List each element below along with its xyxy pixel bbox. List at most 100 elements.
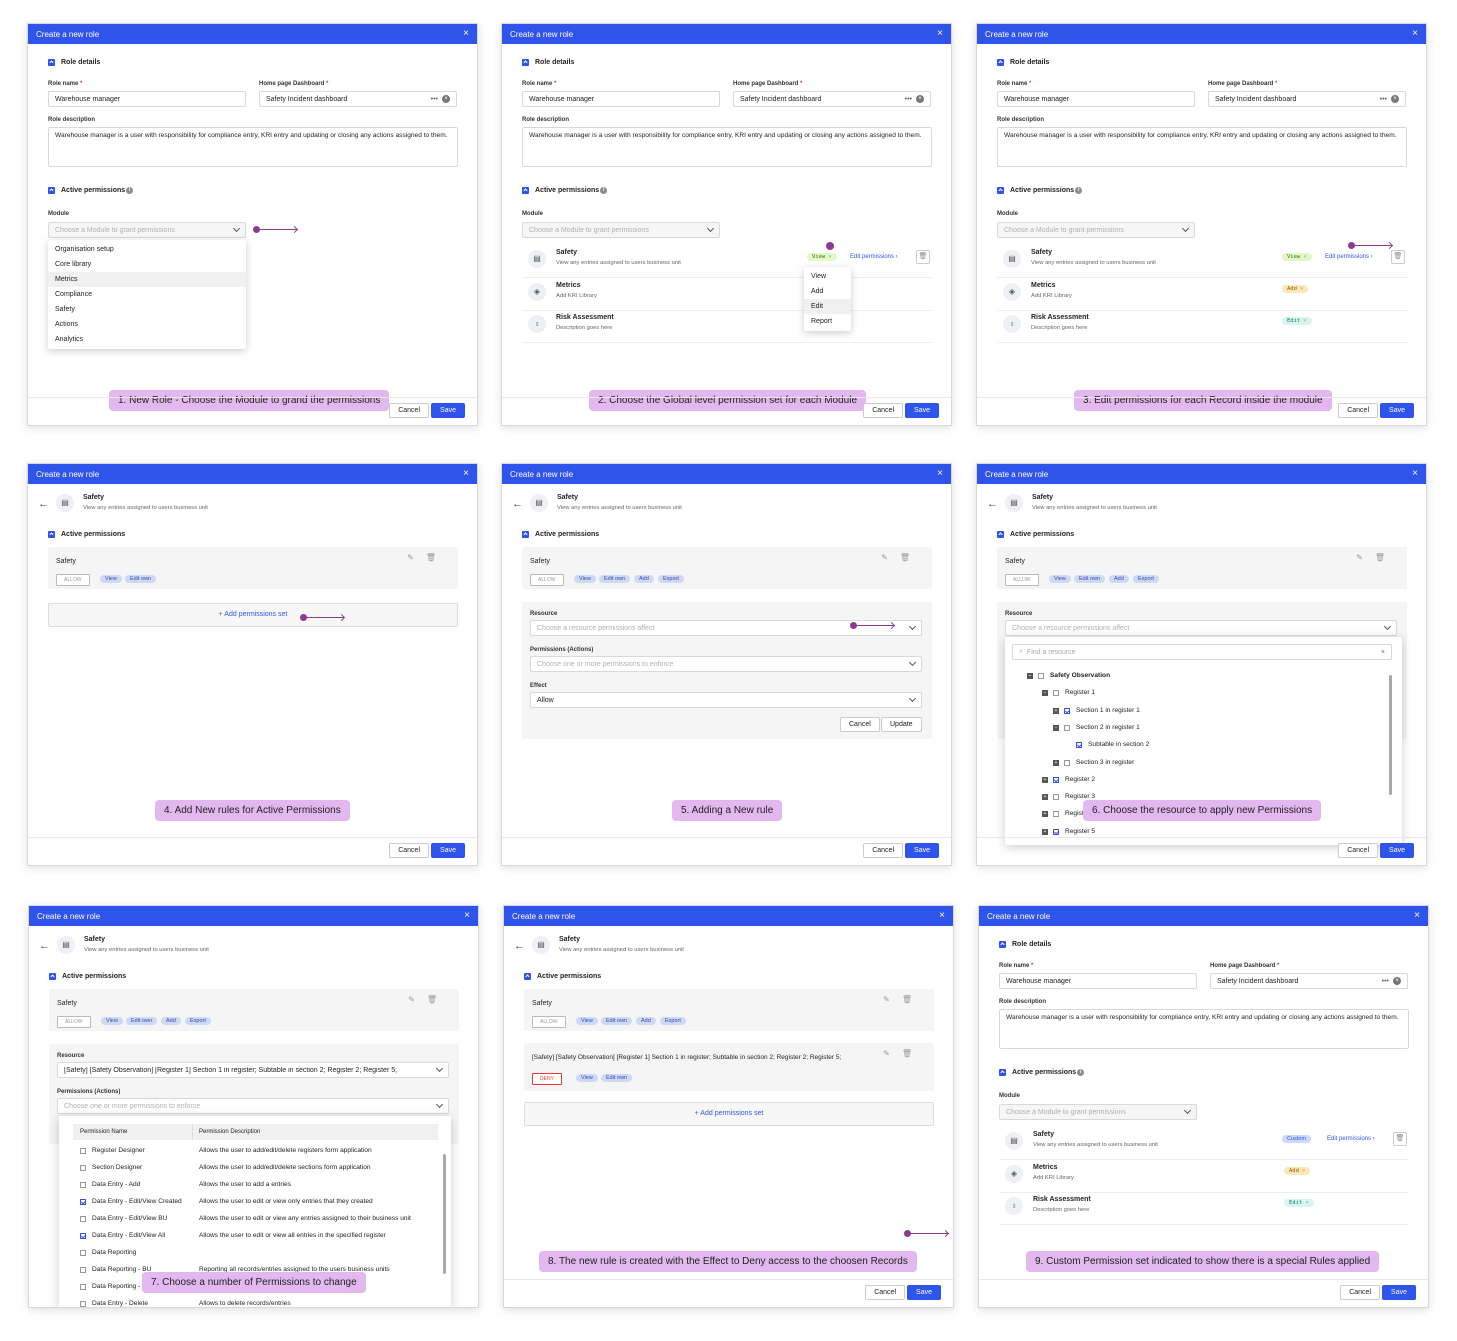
- info-icon[interactable]: i: [126, 187, 134, 194]
- tree-node[interactable]: − Register 1: [1042, 689, 1095, 696]
- checkbox[interactable]: [1064, 724, 1070, 731]
- checkbox[interactable]: [1076, 741, 1082, 748]
- update-button[interactable]: Update: [881, 717, 922, 732]
- collapse-icon[interactable]: [999, 941, 1006, 948]
- table-row[interactable]: Data Entry - Delete Allows to delete reco…: [73, 1295, 438, 1307]
- back-arrow-icon[interactable]: ←: [38, 498, 49, 510]
- trash-icon[interactable]: 🗑: [1375, 553, 1397, 562]
- resource-select[interactable]: Choose a resource permissions affect: [530, 620, 922, 636]
- trash-icon[interactable]: 🗑: [900, 553, 922, 562]
- add-permissions-set-button[interactable]: + Add permissions set: [48, 603, 458, 627]
- edit-icon[interactable]: ✎: [883, 995, 902, 1004]
- cancel-button[interactable]: Cancel: [865, 1285, 905, 1300]
- collapse-icon[interactable]: −: [1042, 689, 1048, 696]
- trash-icon[interactable]: 🗑: [426, 553, 448, 562]
- level-select-view[interactable]: View ˅: [1282, 253, 1312, 261]
- menu-item[interactable]: Analytics: [48, 332, 246, 347]
- collapse-icon[interactable]: [522, 187, 529, 194]
- expand-icon[interactable]: +: [1042, 776, 1048, 783]
- collapse-icon[interactable]: [48, 531, 55, 538]
- table-row[interactable]: Data Entry - Edit/View Created Allows the…: [73, 1193, 438, 1210]
- edit-icon[interactable]: ✎: [407, 553, 426, 562]
- role-name-input[interactable]: Warehouse manager: [48, 91, 246, 107]
- menu-item[interactable]: Safety: [48, 302, 246, 317]
- checkbox[interactable]: [80, 1181, 86, 1188]
- role-description-textarea[interactable]: Warehouse manager is a user with respons…: [48, 127, 458, 167]
- resource-select[interactable]: [Safety] [Safety Observation] [Register …: [57, 1062, 449, 1078]
- checkbox[interactable]: [1038, 672, 1044, 679]
- close-icon[interactable]: ×: [939, 911, 945, 921]
- save-button[interactable]: Save: [431, 843, 465, 858]
- trash-icon[interactable]: 🗑: [1393, 1132, 1407, 1146]
- scrollbar[interactable]: [1389, 675, 1392, 795]
- cancel-button[interactable]: Cancel: [863, 843, 903, 858]
- table-row[interactable]: Data Entry - Edit/View BU Allows the user…: [73, 1210, 438, 1227]
- edit-permissions-link[interactable]: Edit permissions ›: [1325, 254, 1373, 260]
- collapse-icon[interactable]: [522, 531, 529, 538]
- role-name-input[interactable]: Warehouse manager: [999, 973, 1197, 989]
- close-icon[interactable]: ×: [1414, 911, 1420, 921]
- checkbox[interactable]: [80, 1249, 86, 1256]
- back-arrow-icon[interactable]: ←: [514, 940, 525, 952]
- tree-node[interactable]: − Safety Observation: [1027, 672, 1110, 679]
- collapse-icon[interactable]: [49, 973, 56, 980]
- collapse-icon[interactable]: [997, 59, 1004, 66]
- checkbox[interactable]: [80, 1300, 86, 1307]
- info-icon[interactable]: i: [1075, 187, 1083, 194]
- menu-item[interactable]: Report: [804, 314, 851, 329]
- save-button[interactable]: Save: [905, 403, 939, 418]
- collapse-icon[interactable]: [997, 531, 1004, 538]
- close-icon[interactable]: ×: [1381, 649, 1385, 656]
- back-arrow-icon[interactable]: ←: [39, 940, 50, 952]
- tree-node[interactable]: + Register 3: [1042, 793, 1095, 800]
- table-row[interactable]: Section Designer Allows the user to add/e…: [73, 1159, 438, 1176]
- info-icon[interactable]: i: [1077, 1069, 1085, 1076]
- scrollbar[interactable]: [443, 1154, 446, 1274]
- menu-item[interactable]: Add: [804, 284, 851, 299]
- clear-icon[interactable]: ×: [1391, 95, 1399, 103]
- expand-icon[interactable]: +: [1042, 828, 1048, 835]
- home-dashboard-select[interactable]: Safety Incident dashboard ••• ×: [1208, 91, 1406, 107]
- trash-icon[interactable]: 🗑: [902, 995, 924, 1004]
- edit-icon[interactable]: ✎: [408, 995, 427, 1004]
- find-resource-input[interactable]: ⌕ Find a resource ×: [1012, 644, 1392, 660]
- close-icon[interactable]: ×: [464, 911, 470, 921]
- resource-select[interactable]: Choose a resource permissions affect: [1005, 620, 1397, 636]
- tree-node[interactable]: Subtable in section 2: [1076, 741, 1149, 748]
- back-arrow-icon[interactable]: ←: [987, 498, 998, 510]
- checkbox[interactable]: [80, 1164, 86, 1171]
- role-description-textarea[interactable]: Warehouse manager is a user with respons…: [997, 127, 1407, 167]
- actions-select[interactable]: Choose one or more permissions to enforc…: [57, 1098, 449, 1114]
- module-select[interactable]: Choose a Module to grant permissions: [999, 1104, 1197, 1120]
- menu-item[interactable]: Core library: [48, 257, 246, 272]
- close-icon[interactable]: ×: [937, 469, 943, 479]
- level-select-edit[interactable]: Edit ˅: [1282, 317, 1312, 325]
- clear-icon[interactable]: ×: [442, 95, 450, 103]
- role-name-input[interactable]: Warehouse manager: [522, 91, 720, 107]
- more-icon[interactable]: •••: [1382, 978, 1389, 985]
- cancel-button[interactable]: Cancel: [1338, 403, 1378, 418]
- edit-permissions-link[interactable]: Edit permissions ›: [850, 254, 898, 260]
- collapse-icon[interactable]: [48, 187, 55, 194]
- table-row[interactable]: Data Entry - Add Allows the user to add a…: [73, 1176, 438, 1193]
- collapse-icon[interactable]: [999, 1069, 1006, 1076]
- collapse-icon[interactable]: [48, 59, 55, 66]
- close-icon[interactable]: ×: [463, 469, 469, 479]
- module-select[interactable]: Choose a Module to grant permissions: [522, 222, 720, 238]
- cancel-button[interactable]: Cancel: [389, 843, 429, 858]
- collapse-icon[interactable]: −: [1053, 724, 1059, 731]
- edit-icon[interactable]: ✎: [1356, 553, 1375, 562]
- home-dashboard-select[interactable]: Safety Incident dashboard ••• ×: [733, 91, 931, 107]
- more-icon[interactable]: •••: [1380, 96, 1387, 103]
- level-select-add[interactable]: Add ˅: [1284, 1167, 1311, 1175]
- checkbox[interactable]: [1064, 759, 1070, 766]
- collapse-icon[interactable]: [524, 973, 531, 980]
- tree-node[interactable]: + Section 3 in register: [1053, 759, 1134, 766]
- table-row[interactable]: Data Reporting: [73, 1244, 438, 1261]
- save-button[interactable]: Save: [1382, 1285, 1416, 1300]
- clear-icon[interactable]: ×: [1393, 977, 1401, 985]
- effect-select[interactable]: Allow: [530, 692, 922, 708]
- module-select[interactable]: Choose a Module to grant permissions: [48, 222, 246, 238]
- home-dashboard-select[interactable]: Safety Incident dashboard ••• ×: [259, 91, 457, 107]
- role-description-textarea[interactable]: Warehouse manager is a user with respons…: [522, 127, 932, 167]
